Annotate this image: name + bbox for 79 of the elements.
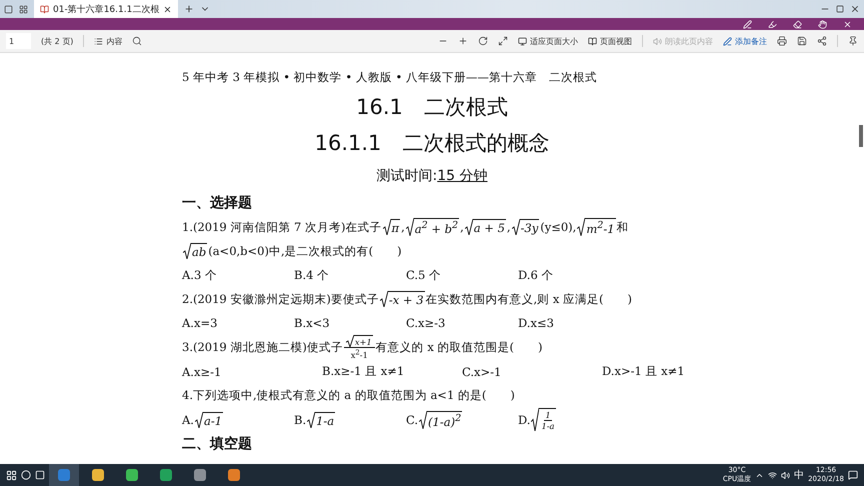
answer-option: C. (1-a)$^{2}$ <box>406 408 518 432</box>
answer-option: D.x>-1 且 x≠1 <box>602 360 742 384</box>
page-count: (共 2 页) <box>41 36 74 46</box>
radical-sign-icon <box>194 412 203 428</box>
highlighter-icon[interactable] <box>768 20 777 28</box>
radical-sign-icon <box>307 412 316 428</box>
radical-sign-icon <box>346 335 354 347</box>
question-text: 1.(2019 河南信阳第 7 次月考)在式子 π , a$^{2}$ + b$^{2}$ , a + 5 , -3y (y≤0), m$^{2}$-1 和 <box>182 217 629 238</box>
answer-option: A.x=3 <box>182 311 294 335</box>
contents-button[interactable]: 内容 <box>94 36 122 46</box>
answer-option: B.x<3 <box>294 311 406 335</box>
pin-icon[interactable] <box>848 36 858 46</box>
answer-option: C.x>-1 <box>462 360 602 384</box>
close-icon[interactable] <box>163 4 172 14</box>
answer-option: D. 1 1-a <box>518 408 630 432</box>
input-method[interactable]: 中 <box>794 468 804 482</box>
question-text: 2.(2019 安徽滁州定远期末)要使式子 -x + 3 在实数范围内有意义,则 x 应满足( ) <box>182 290 632 309</box>
pdf-icon <box>40 4 49 14</box>
start-icon[interactable] <box>6 470 17 480</box>
section-heading: 二、填空题 <box>182 434 253 454</box>
answer-option: A. a-1 <box>182 408 294 432</box>
time-value: 15 分钟 <box>437 167 488 185</box>
answer-option: A.3 个 <box>182 263 294 287</box>
radical-sign-icon <box>382 219 390 235</box>
scrollbar-thumb[interactable] <box>859 125 863 147</box>
question-text: ab (a<0,b<0)中,是二次根式的有( ) <box>182 239 402 263</box>
save-icon[interactable] <box>797 36 807 46</box>
radical-sign-icon <box>531 408 540 432</box>
answer-option: D.x≤3 <box>518 311 630 335</box>
section-heading: 一、选择题 <box>182 194 253 213</box>
radical-sign-icon <box>380 291 388 307</box>
page-view-button[interactable]: 页面视图 <box>588 36 632 46</box>
eraser-icon[interactable] <box>793 20 802 28</box>
fit-page-button[interactable]: 适应页面大小 <box>518 36 578 46</box>
add-note-button[interactable]: 添加备注 <box>723 36 767 46</box>
monitor-icon <box>518 36 527 46</box>
network-icon[interactable] <box>768 470 778 480</box>
share-icon[interactable] <box>817 36 827 46</box>
list-icon <box>94 36 104 46</box>
radical-sign-icon <box>464 219 473 235</box>
tabs-aside-icon[interactable] <box>19 4 28 14</box>
radical-sign-icon <box>577 218 586 236</box>
maximize-icon[interactable] <box>836 5 844 13</box>
new-tab-icon[interactable] <box>184 4 194 14</box>
answer-option: C.x≥-3 <box>406 311 518 335</box>
close-icon[interactable] <box>850 4 860 14</box>
page-number-field[interactable]: 1 <box>6 33 31 49</box>
search-icon[interactable] <box>132 36 142 46</box>
subsection-title: 16.1.1 二次根式的概念 <box>314 130 550 157</box>
rotate-icon[interactable] <box>478 36 488 46</box>
page-header: 5 年中考 3 年模拟 • 初中数学 • 人教版 • 八年级下册——第十六章 二次根式 <box>182 68 598 86</box>
answer-option: A.x≥-1 <box>182 360 322 384</box>
answer-option: B.x≥-1 且 x≠1 <box>322 360 462 384</box>
pen-icon <box>723 36 732 46</box>
question-text: 3.(2019 湖北恩施二模)使式子 x+1 x$^{2}$-1 有意义的 x 的取值范围是( ) <box>182 335 543 360</box>
radical-sign-icon <box>419 410 428 429</box>
close-icon[interactable] <box>843 20 852 28</box>
notification-icon[interactable] <box>848 470 858 480</box>
answer-option: C.5 个 <box>406 263 518 287</box>
book-icon <box>588 36 597 46</box>
pen-icon[interactable] <box>743 20 752 28</box>
radical-sign-icon <box>183 243 191 259</box>
fullscreen-icon[interactable] <box>498 36 508 46</box>
touch-icon[interactable] <box>818 20 827 28</box>
question-text: 4.下列选项中,使根式有意义的 a 的取值范围为 a<1 的是( ) <box>182 387 515 404</box>
print-icon[interactable] <box>777 36 787 46</box>
task-view-icon[interactable] <box>35 470 45 480</box>
answer-option: D.6 个 <box>518 263 630 287</box>
radical-sign-icon <box>406 218 414 236</box>
time-label: 测试时间: <box>376 167 438 185</box>
radical-sign-icon <box>512 219 520 235</box>
volume-icon[interactable] <box>781 470 790 480</box>
speaker-icon <box>653 36 662 46</box>
browser-tab[interactable]: 01-第十六章16.1.1二次根 <box>34 0 178 18</box>
tab-list-icon[interactable] <box>4 4 13 14</box>
answer-option: B.4 个 <box>294 263 406 287</box>
zoom-in-icon[interactable] <box>458 36 468 46</box>
section-title: 16.1 二次根式 <box>356 94 508 121</box>
answer-option: B. 1-a <box>294 408 406 432</box>
